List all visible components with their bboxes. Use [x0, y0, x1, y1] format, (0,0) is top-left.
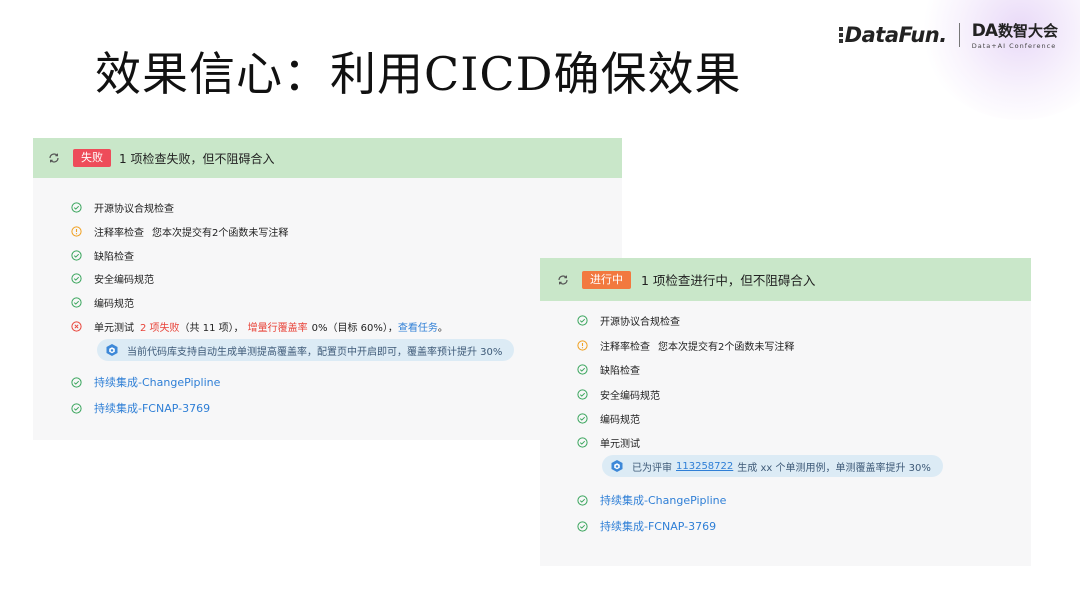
list-item: 开源协议合规检查	[71, 200, 174, 215]
pass-check-icon	[577, 315, 588, 326]
list-item: 编码规范	[577, 411, 640, 426]
check-name: 安全编码规范	[94, 275, 154, 286]
list-item: 安全编码规范	[71, 271, 154, 286]
review-test-tip: 已为评审 113258722 生成 xx 个单测用例，单测覆盖率提升 30%	[602, 455, 943, 477]
check-name: 缺陷检查	[94, 252, 134, 263]
check-name: 单元测试	[600, 439, 640, 450]
list-item: 缺陷检查	[71, 248, 134, 263]
ai-cube-icon	[105, 343, 119, 357]
check-detail: 您本次提交有2个函数未写注释	[658, 342, 795, 353]
logo-separator	[958, 23, 960, 47]
check-name: 开源协议合规检查	[600, 317, 680, 328]
list-item[interactable]: 持续集成-ChangePipline	[577, 492, 726, 508]
tip-prefix: 已为评审	[632, 462, 672, 474]
list-item[interactable]: 持续集成-FCNAP-3769	[71, 400, 210, 416]
conference-logo: DA 数智大会 Data+AI Conference	[971, 20, 1058, 51]
page-title: 效果信心：利用CICD确保效果	[95, 47, 742, 101]
total-count: （共 11 项），	[179, 323, 244, 334]
pass-check-icon	[577, 389, 588, 400]
coverage-label: 增量行覆盖率	[247, 323, 308, 334]
list-item: 注释率检查 您本次提交有2个函数未写注释	[71, 224, 288, 239]
check-name: 安全编码规范	[600, 391, 660, 402]
ci-pipeline-link[interactable]: 持续集成-ChangePipline	[600, 492, 726, 508]
failed-count: 2 项失败	[140, 323, 180, 334]
list-item: 安全编码规范	[577, 387, 660, 402]
list-item: 注释率检查 您本次提交有2个函数未写注释	[577, 338, 794, 353]
view-task-link[interactable]: 查看任务	[398, 319, 438, 334]
ci-pipeline-link[interactable]: 持续集成-ChangePipline	[94, 374, 220, 390]
pass-check-icon	[577, 494, 588, 506]
list-item: 编码规范	[71, 295, 134, 310]
pass-check-icon	[71, 202, 82, 213]
refresh-icon[interactable]	[47, 151, 61, 165]
check-detail: 您本次提交有2个函数未写注释	[152, 228, 289, 239]
status-badge: 进行中	[582, 270, 631, 289]
check-panel-failed: 失败 1 项检查失败，但不阻碍合入 开源协议合规检查 注释率检查 您本次提交有2…	[33, 138, 622, 440]
check-name: 单元测试	[94, 323, 134, 334]
check-name: 编码规范	[600, 415, 640, 426]
list-item: 单元测试	[577, 435, 640, 450]
check-name: 缺陷检查	[600, 366, 640, 377]
list-item: 开源协议合规检查	[577, 313, 680, 328]
da-logo: DA	[971, 20, 998, 41]
pass-check-icon	[71, 273, 82, 284]
panel-header: 进行中 1 项检查进行中，但不阻碍合入	[540, 258, 1031, 301]
ci-pipeline-link[interactable]: 持续集成-FCNAP-3769	[600, 518, 716, 534]
period: 。	[437, 323, 448, 334]
pass-check-icon	[71, 297, 82, 308]
tip-text: 当前代码库支持自动生成单测提高覆盖率，配置页中开启即可，覆盖率预计提升 30%	[127, 346, 503, 358]
check-name: 注释率检查	[94, 228, 144, 239]
list-item[interactable]: 持续集成-ChangePipline	[71, 374, 220, 390]
conference-subtitle: Data+AI Conference	[971, 42, 1057, 50]
tip-suffix: 生成 xx 个单测用例，单测覆盖率提升 30%	[737, 462, 931, 474]
check-panel-running: 进行中 1 项检查进行中，但不阻碍合入 开源协议合规检查 注释率检查 您本次提交…	[540, 258, 1031, 566]
status-badge: 失败	[73, 149, 111, 167]
ai-cube-icon	[610, 459, 624, 473]
auto-test-tip: 当前代码库支持自动生成单测提高覆盖率，配置页中开启即可，覆盖率预计提升 30%	[97, 339, 515, 361]
error-x-icon	[71, 321, 82, 332]
warning-icon	[577, 340, 588, 351]
datafun-dots-icon	[838, 27, 843, 43]
brand-logos: DataFun. DA 数智大会 Data+AI Conference	[838, 18, 1058, 52]
pass-check-icon	[71, 250, 82, 261]
ci-pipeline-link[interactable]: 持续集成-FCNAP-3769	[94, 400, 210, 416]
list-item[interactable]: 持续集成-FCNAP-3769	[577, 518, 716, 534]
coverage-value: 0%（目标 60%），	[311, 323, 398, 334]
panel-header: 失败 1 项检查失败，但不阻碍合入	[33, 138, 622, 178]
panel-header-text: 1 项检查失败，但不阻碍合入	[119, 151, 275, 166]
conference-name: 数智大会	[997, 22, 1058, 40]
pass-check-icon	[577, 413, 588, 424]
pass-check-icon	[71, 402, 82, 414]
pass-check-icon	[577, 437, 588, 448]
refresh-icon[interactable]	[556, 273, 570, 287]
pass-check-icon	[71, 376, 82, 388]
check-name: 编码规范	[94, 299, 134, 310]
check-name: 注释率检查	[600, 342, 650, 353]
warning-icon	[71, 226, 82, 237]
unit-test-row: 单元测试 2 项失败 （共 11 项）， 增量行覆盖率 0%（目标 60%）， …	[71, 319, 448, 334]
check-name: 开源协议合规检查	[94, 204, 174, 215]
review-id-link[interactable]: 113258722	[676, 461, 733, 472]
datafun-logo: DataFun.	[844, 23, 948, 47]
pass-check-icon	[577, 364, 588, 375]
pass-check-icon	[577, 520, 588, 532]
panel-header-text: 1 项检查进行中，但不阻碍合入	[641, 273, 816, 288]
list-item: 缺陷检查	[577, 362, 640, 377]
